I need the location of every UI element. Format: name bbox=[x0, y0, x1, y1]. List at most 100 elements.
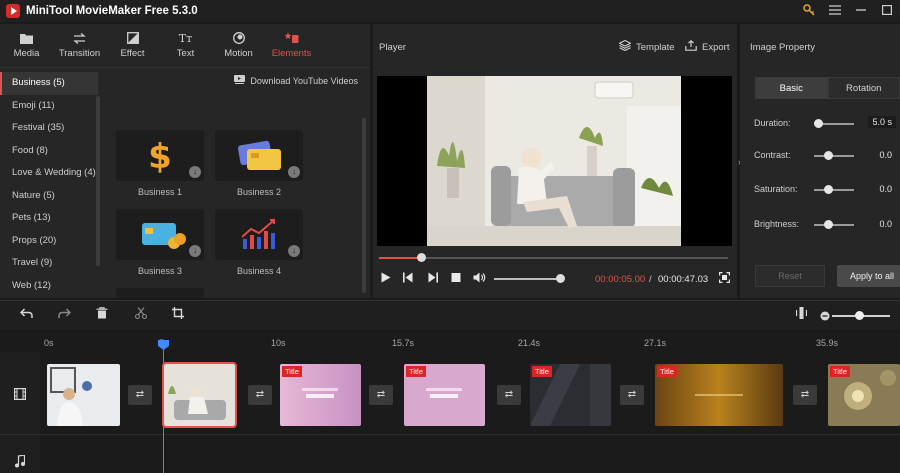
effect-icon bbox=[126, 32, 139, 44]
transition-slot-icon[interactable]: ⇄ bbox=[369, 385, 393, 405]
category-item[interactable]: Travel (9) bbox=[0, 252, 98, 275]
zoom-out-icon[interactable] bbox=[820, 309, 830, 324]
property-tabs: Basic Rotation bbox=[755, 77, 900, 99]
play-icon[interactable] bbox=[381, 272, 391, 286]
contrast-slider[interactable] bbox=[814, 155, 854, 157]
current-time: 00:00:05.00 bbox=[595, 274, 646, 285]
download-badge-icon[interactable]: ↓ bbox=[189, 245, 201, 257]
tab-motion-label: Motion bbox=[224, 48, 253, 59]
category-item[interactable]: Food (8) bbox=[0, 140, 98, 163]
download-youtube-link[interactable]: Download YouTube Videos bbox=[234, 75, 358, 86]
elements-grid: Download YouTube Videos $ ↓ Business 1 ↓… bbox=[104, 68, 370, 298]
library-panel: Media Transition Effect Tт Text Motion E… bbox=[0, 24, 370, 298]
property-panel: Image Property Basic Rotation Duration: … bbox=[740, 24, 900, 298]
key-icon[interactable] bbox=[802, 3, 816, 17]
progress-handle[interactable] bbox=[417, 253, 426, 262]
element-label: Business 2 bbox=[236, 187, 282, 197]
element-business-5[interactable] bbox=[116, 288, 204, 298]
category-scrollbar[interactable] bbox=[96, 96, 100, 266]
tab-transition[interactable]: Transition bbox=[53, 24, 106, 67]
zoom-handle[interactable] bbox=[855, 311, 864, 320]
fit-timeline-icon[interactable] bbox=[795, 307, 808, 322]
total-time: 00:00:47.03 bbox=[658, 274, 709, 285]
category-list: Business (5) Emoji (11) Festival (35) Food … bbox=[0, 72, 98, 298]
tab-motion[interactable]: Motion bbox=[212, 24, 265, 67]
download-badge-icon[interactable]: ↓ bbox=[189, 166, 201, 178]
tab-elements[interactable]: Elements bbox=[265, 24, 318, 67]
category-item[interactable]: Love & Wedding (4) bbox=[0, 162, 98, 185]
brightness-handle[interactable] bbox=[824, 220, 833, 229]
menu-icon[interactable] bbox=[828, 3, 842, 17]
motion-icon bbox=[232, 32, 245, 44]
duration-handle[interactable] bbox=[814, 119, 823, 128]
element-business-4[interactable]: ↓ bbox=[215, 209, 303, 260]
transition-slot-icon[interactable]: ⇄ bbox=[497, 385, 521, 405]
clip-title-2[interactable]: Title bbox=[404, 364, 485, 426]
download-badge-icon[interactable]: ↓ bbox=[288, 166, 300, 178]
clip-title-1[interactable]: Title bbox=[280, 364, 361, 426]
category-item[interactable]: Nature (5) bbox=[0, 185, 98, 208]
minimize-icon[interactable] bbox=[854, 3, 868, 17]
split-icon[interactable] bbox=[134, 307, 148, 322]
tab-rotation[interactable]: Rotation bbox=[827, 77, 900, 99]
maximize-icon[interactable] bbox=[880, 3, 894, 17]
duration-input[interactable]: 5.0 s bbox=[868, 116, 896, 128]
download-badge-icon[interactable]: ↓ bbox=[288, 245, 300, 257]
transition-slot-icon[interactable]: ⇄ bbox=[620, 385, 644, 405]
clip-photo-doctor[interactable] bbox=[47, 364, 120, 426]
category-item[interactable]: Web (12) bbox=[0, 275, 98, 298]
element-business-3[interactable]: ↓ bbox=[116, 209, 204, 260]
next-frame-icon[interactable] bbox=[428, 272, 438, 286]
transition-slot-icon[interactable]: ⇄ bbox=[793, 385, 817, 405]
progress-track[interactable] bbox=[379, 257, 728, 259]
clip-title-3[interactable]: Title bbox=[530, 364, 611, 426]
redo-icon[interactable] bbox=[58, 307, 72, 322]
transition-slot-icon[interactable]: ⇄ bbox=[248, 385, 272, 405]
element-business-2[interactable]: ↓ bbox=[215, 130, 303, 181]
stop-icon[interactable] bbox=[451, 272, 461, 286]
preview-frame bbox=[427, 76, 681, 246]
tab-media[interactable]: Media bbox=[0, 24, 53, 67]
volume-icon[interactable] bbox=[473, 272, 486, 286]
clip-title-4[interactable]: Title bbox=[655, 364, 783, 426]
saturation-handle[interactable] bbox=[824, 185, 833, 194]
contrast-handle[interactable] bbox=[824, 151, 833, 160]
apply-to-all-button[interactable]: Apply to all bbox=[837, 265, 900, 287]
duration-label: Duration: bbox=[754, 118, 791, 128]
brightness-value: 0.0 bbox=[879, 219, 892, 229]
category-item[interactable]: Props (20) bbox=[0, 230, 98, 253]
template-button[interactable]: Template bbox=[618, 39, 675, 54]
category-item[interactable]: Pets (13) bbox=[0, 207, 98, 230]
export-icon bbox=[685, 40, 697, 54]
previous-frame-icon[interactable] bbox=[403, 272, 413, 286]
template-label: Template bbox=[636, 41, 675, 53]
title-bar: MiniTool MovieMaker Free 5.3.0 bbox=[0, 0, 900, 22]
delete-icon[interactable] bbox=[96, 307, 108, 322]
elements-scrollbar[interactable] bbox=[362, 118, 366, 293]
brightness-slider[interactable] bbox=[814, 224, 854, 226]
playhead-line[interactable] bbox=[163, 346, 164, 473]
saturation-value: 0.0 bbox=[879, 184, 892, 194]
saturation-slider[interactable] bbox=[814, 189, 854, 191]
element-business-1[interactable]: $ ↓ bbox=[116, 130, 204, 181]
export-button[interactable]: Export bbox=[685, 40, 729, 54]
video-preview[interactable] bbox=[377, 76, 732, 246]
timeline-ruler[interactable]: 0s 5s 10s 15.7s 21.4s 27.1s 35.9s bbox=[0, 330, 900, 352]
reset-button[interactable]: Reset bbox=[755, 265, 825, 287]
tab-text[interactable]: Tт Text bbox=[159, 24, 212, 67]
category-item[interactable]: Business (5) bbox=[0, 72, 98, 95]
clip-title-5[interactable]: Title bbox=[828, 364, 900, 426]
clip-photo-woman[interactable] bbox=[162, 362, 237, 428]
category-item[interactable]: Festival (35) bbox=[0, 117, 98, 140]
crop-icon[interactable] bbox=[172, 307, 184, 322]
tab-basic[interactable]: Basic bbox=[755, 77, 828, 99]
fullscreen-icon[interactable] bbox=[719, 272, 730, 286]
transition-slot-icon[interactable]: ⇄ bbox=[128, 385, 152, 405]
volume-handle[interactable] bbox=[556, 274, 565, 283]
undo-icon[interactable] bbox=[19, 307, 33, 322]
audio-track[interactable] bbox=[0, 434, 900, 473]
tab-effect[interactable]: Effect bbox=[106, 24, 159, 67]
volume-slider[interactable] bbox=[494, 278, 562, 280]
progress-fill bbox=[379, 257, 421, 259]
category-item[interactable]: Emoji (11) bbox=[0, 95, 98, 118]
